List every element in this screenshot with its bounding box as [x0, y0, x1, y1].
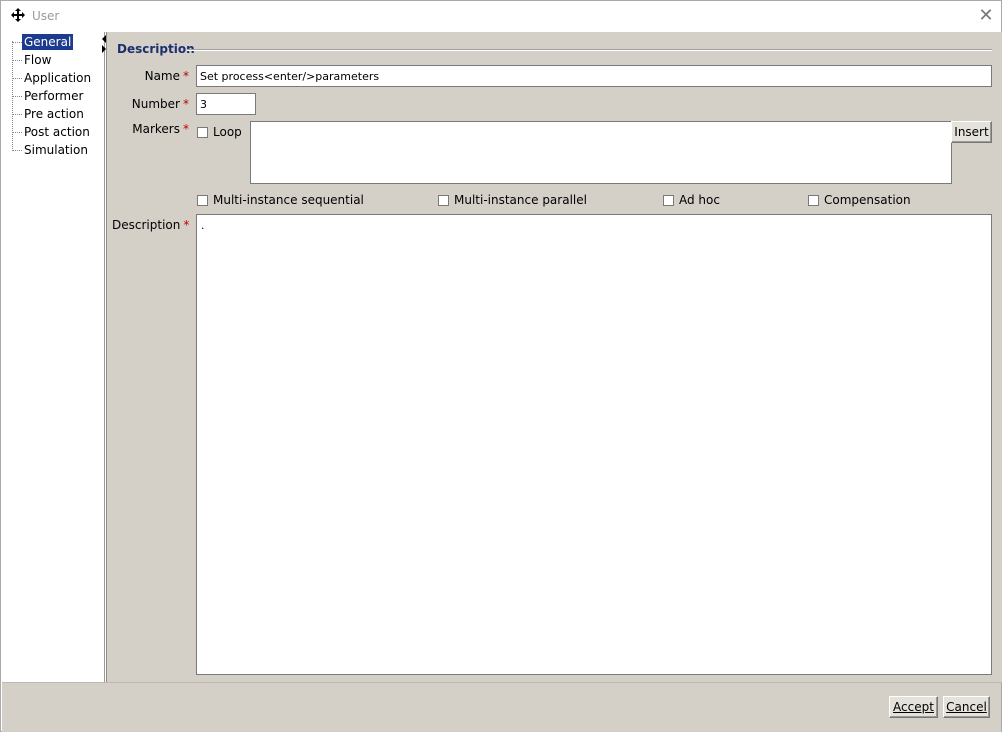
tree-item-simulation[interactable]: Simulation: [22, 142, 90, 158]
section-divider: [187, 49, 992, 51]
tree-item-performer[interactable]: Performer: [22, 88, 85, 104]
button-bar: Accept Cancel: [2, 682, 1001, 732]
tree-item-pre-action[interactable]: Pre action: [22, 106, 86, 122]
tree-item-application[interactable]: Application: [22, 70, 93, 86]
title-bar: User ✕: [1, 1, 1001, 31]
description-textarea[interactable]: .: [196, 214, 992, 675]
number-input[interactable]: [196, 93, 256, 115]
close-button[interactable]: ✕: [977, 7, 995, 25]
insert-button[interactable]: Insert: [951, 121, 992, 143]
multi-instance-parallel-checkbox[interactable]: Multi-instance parallel: [438, 193, 587, 207]
tree-item-flow[interactable]: Flow: [22, 52, 53, 68]
window-title: User: [32, 9, 60, 23]
move-icon: [11, 8, 25, 22]
multi-instance-sequential-checkbox[interactable]: Multi-instance sequential: [197, 193, 364, 207]
compensation-checkbox[interactable]: Compensation: [808, 193, 911, 207]
ad-hoc-checkbox[interactable]: Ad hoc: [663, 193, 720, 207]
loop-condition-area[interactable]: [250, 121, 952, 184]
accept-button[interactable]: Accept: [889, 696, 938, 718]
tree-item-general[interactable]: General: [22, 34, 74, 50]
dialog-window: User ✕ General Flow Application Performe…: [0, 0, 1002, 732]
cancel-button[interactable]: Cancel: [943, 696, 990, 718]
section-title: Description: [117, 42, 195, 56]
name-label: Name *: [144, 69, 189, 83]
general-panel: Description Name* Number* Markers* Loop …: [106, 32, 1002, 682]
number-label: Number *: [131, 97, 189, 111]
name-input[interactable]: [196, 65, 992, 87]
close-icon: ✕: [978, 5, 994, 26]
loop-checkbox[interactable]: Loop: [197, 125, 242, 139]
checkbox-box: [197, 126, 208, 138]
markers-label: Markers *: [132, 122, 189, 136]
description-label: Description *: [112, 218, 190, 232]
navigation-tree: General Flow Application Performer Pre a…: [2, 32, 106, 682]
tree-item-post-action[interactable]: Post action: [22, 124, 92, 140]
